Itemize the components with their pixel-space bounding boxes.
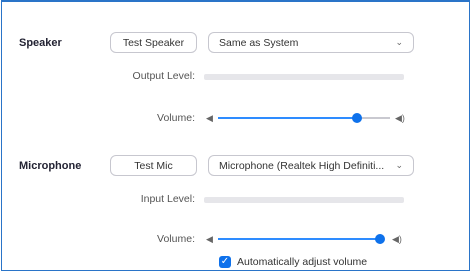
speaker-volume-fill: [218, 117, 357, 119]
volume-high-icon: ◀): [395, 113, 405, 123]
microphone-volume-label: Volume:: [157, 233, 195, 245]
auto-adjust-volume-label[interactable]: Automatically adjust volume: [237, 256, 367, 268]
volume-high-icon: ◀): [392, 234, 402, 244]
auto-adjust-volume-checkbox[interactable]: ✓: [219, 256, 231, 268]
speaker-device-select[interactable]: Same as System ⌄: [208, 32, 414, 53]
chevron-down-icon: ⌄: [395, 160, 403, 170]
input-level-label: Input Level:: [140, 193, 195, 205]
volume-low-icon: ◀: [206, 234, 213, 244]
volume-low-icon: ◀: [206, 113, 213, 123]
test-speaker-button[interactable]: Test Speaker: [110, 32, 197, 53]
microphone-volume-slider[interactable]: [218, 234, 385, 244]
microphone-volume-thumb[interactable]: [375, 234, 385, 244]
speaker-section-label: Speaker: [19, 37, 62, 49]
output-level-meter: [204, 74, 404, 80]
input-level-meter: [204, 197, 404, 203]
speaker-device-value: Same as System: [219, 36, 299, 49]
output-level-label: Output Level:: [132, 70, 195, 82]
audio-settings-panel: Speaker Test Speaker Same as System ⌄ Ou…: [1, 0, 470, 271]
chevron-down-icon: ⌄: [395, 37, 403, 47]
test-mic-button[interactable]: Test Mic: [110, 155, 197, 176]
speaker-volume-thumb[interactable]: [352, 113, 362, 123]
microphone-device-value: Microphone (Realtek High Definiti...: [219, 159, 385, 172]
microphone-device-select[interactable]: Microphone (Realtek High Definiti... ⌄: [208, 155, 414, 176]
microphone-section-label: Microphone: [19, 160, 82, 172]
speaker-volume-label: Volume:: [157, 112, 195, 124]
microphone-volume-fill: [218, 238, 380, 240]
speaker-volume-slider[interactable]: [218, 113, 390, 123]
